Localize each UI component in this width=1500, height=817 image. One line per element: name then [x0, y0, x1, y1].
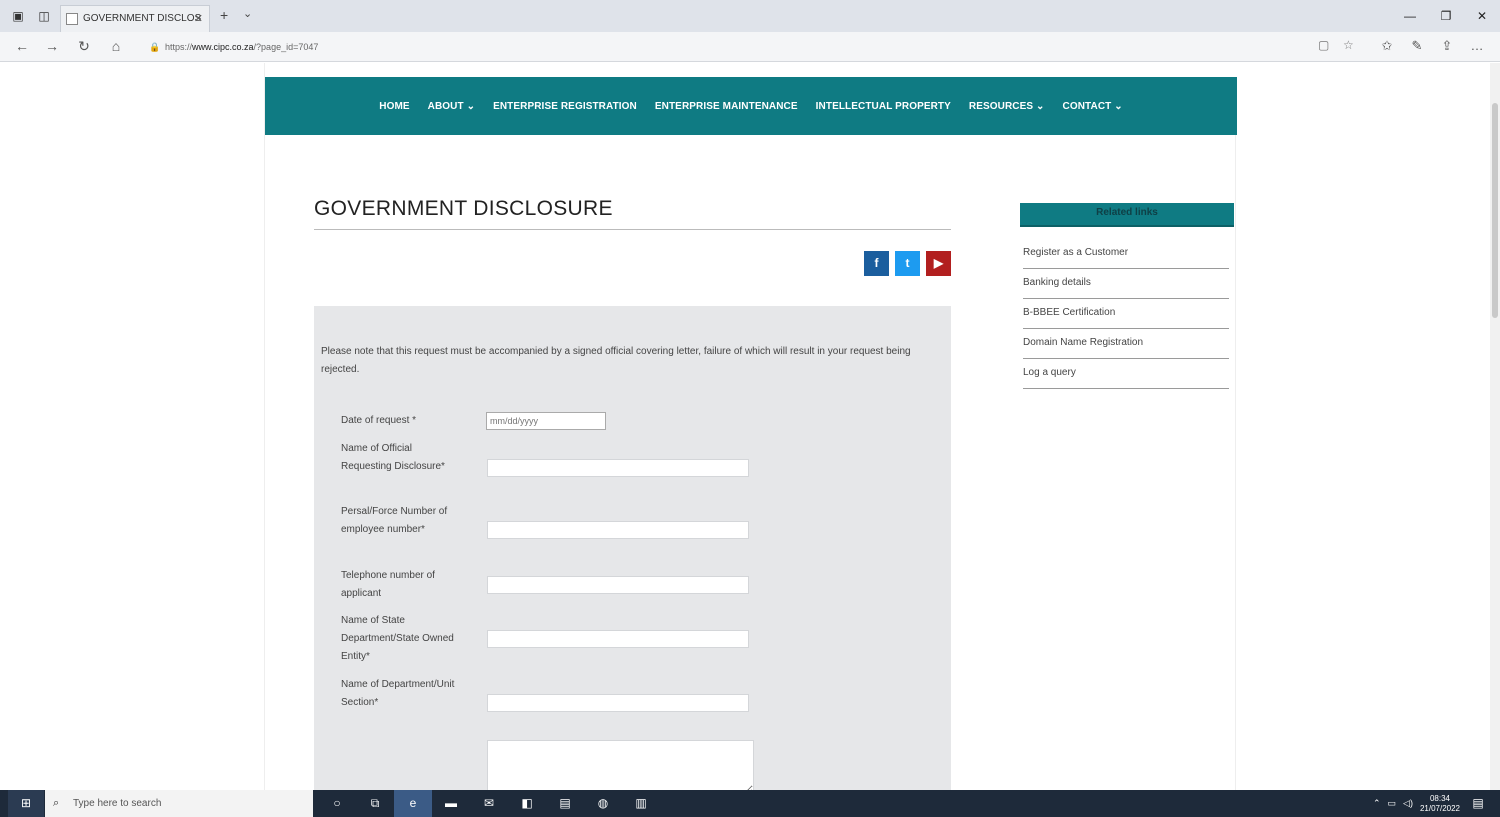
clock-time: 08:34 — [1429, 793, 1450, 803]
page-title: GOVERNMENT DISCLOSURE — [314, 197, 613, 220]
site-top-strip — [265, 63, 1237, 77]
refresh-icon[interactable]: ↻ — [74, 38, 94, 55]
nav-item-contact[interactable]: CONTACT ⌄ — [1063, 101, 1123, 112]
tab-dropdown-icon[interactable]: ⌄ — [243, 7, 252, 20]
taskbar-search-box[interactable]: ⌕ Type here to search — [45, 790, 313, 817]
reading-view-icon[interactable]: ▢ — [1318, 38, 1329, 52]
telephone-input[interactable] — [487, 576, 749, 594]
windows-taskbar: ⊞ ⌕ Type here to search ○ ⧉ e ▬ ✉ ◧ ▤ ◍ … — [0, 790, 1500, 817]
file-explorer-icon[interactable]: ▬ — [432, 790, 470, 817]
tray-chevron-icon[interactable]: ⌃ — [1373, 798, 1381, 809]
related-links-list: Register as a Customer Banking details B… — [1023, 239, 1229, 389]
url-prefix: https:// — [165, 42, 193, 52]
page-favicon-icon — [66, 13, 78, 25]
youtube-icon[interactable]: ▶ — [926, 251, 951, 276]
website-content: HOME ABOUT ⌄ ENTERPRISE REGISTRATION ENT… — [264, 63, 1237, 795]
nav-item-enterprise-registration[interactable]: ENTERPRISE REGISTRATION — [493, 101, 637, 112]
close-window-icon[interactable]: ✕ — [1464, 0, 1500, 32]
notifications-icon[interactable]: ▤ — [1464, 790, 1492, 817]
social-links: f t ▶ — [864, 251, 951, 276]
mail-icon[interactable]: ✉ — [470, 790, 508, 817]
favorites-icon[interactable]: ✩ — [1378, 38, 1396, 54]
scrollbar-thumb[interactable] — [1492, 103, 1498, 318]
browser-address-bar: ← → ↻ ⌂ 🔒 https://www.cipc.co.za/?page_i… — [0, 32, 1500, 62]
windows-start-icon[interactable]: ⊞ — [8, 790, 44, 817]
search-icon: ⌕ — [53, 797, 60, 809]
forward-icon[interactable]: → — [42, 38, 62, 54]
nav-item-home[interactable]: HOME — [379, 101, 409, 112]
browser-tab-bar: ▣ ◫ GOVERNMENT DISCLOS ✕ + ⌄ — ❐ ✕ — [0, 0, 1500, 32]
related-link-bbbee-certification[interactable]: B-BBEE Certification — [1023, 299, 1229, 329]
state-department-input[interactable] — [487, 630, 749, 648]
main-nav: HOME ABOUT ⌄ ENTERPRISE REGISTRATION ENT… — [265, 77, 1237, 135]
share-icon[interactable]: ⇪ — [1438, 38, 1456, 54]
unit-section-label: Name of Department/Unit Section* — [341, 679, 455, 708]
volume-icon[interactable]: ◁) — [1403, 798, 1413, 809]
taskbar-apps: ○ ⧉ e ▬ ✉ ◧ ▤ ◍ ▥ — [318, 790, 660, 817]
edge-browser-icon[interactable]: e — [394, 790, 432, 817]
url-path: /?page_id=7047 — [253, 42, 319, 52]
form-notice: Please note that this request must be ac… — [321, 346, 911, 375]
title-divider — [314, 229, 951, 230]
clock-date: 21/07/2022 — [1419, 803, 1460, 813]
nav-item-enterprise-maintenance[interactable]: ENTERPRISE MAINTENANCE — [655, 101, 798, 112]
minimize-icon[interactable]: — — [1392, 0, 1428, 32]
facebook-icon[interactable]: f — [864, 251, 889, 276]
persal-number-label: Persal/Force Number of employee number* — [341, 506, 448, 535]
system-tray: ⌃ ▭ ◁) 08:34 21/07/2022 — [1373, 790, 1460, 817]
taskbar-search-placeholder: Type here to search — [73, 798, 162, 809]
related-links-header: Related links — [1020, 203, 1234, 227]
task-view-icon[interactable]: ⧉ — [356, 790, 394, 817]
page-scrollbar[interactable] — [1490, 63, 1500, 790]
network-icon[interactable]: ▭ — [1388, 798, 1397, 809]
twitter-icon[interactable]: t — [895, 251, 920, 276]
browser-toolbar-icons: ✩ ✎ ⇪ … — [1378, 38, 1486, 54]
persal-number-input[interactable] — [487, 521, 749, 539]
word-icon[interactable]: ▥ — [622, 790, 660, 817]
lock-icon: 🔒 — [149, 42, 161, 52]
excel-icon[interactable]: ▤ — [546, 790, 584, 817]
nav-item-about[interactable]: ABOUT ⌄ — [428, 101, 475, 112]
date-of-request-input[interactable] — [486, 412, 606, 430]
related-link-domain-name-registration[interactable]: Domain Name Registration — [1023, 329, 1229, 359]
unit-section-input[interactable] — [487, 694, 749, 712]
nav-item-intellectual-property[interactable]: INTELLECTUAL PROPERTY — [816, 101, 951, 112]
browser-tab-active[interactable]: GOVERNMENT DISCLOS ✕ — [60, 5, 210, 32]
set-aside-tabs-icon[interactable]: ▣ — [8, 8, 28, 24]
details-textarea[interactable] — [487, 740, 754, 795]
favorite-star-icon[interactable]: ☆ — [1343, 38, 1354, 52]
taskbar-clock[interactable]: 08:34 21/07/2022 — [1420, 794, 1460, 814]
state-department-label: Name of State Department/State Owned Ent… — [341, 615, 454, 662]
window-controls: — ❐ ✕ — [1392, 0, 1500, 32]
cortana-icon[interactable]: ○ — [318, 790, 356, 817]
related-link-log-query[interactable]: Log a query — [1023, 359, 1229, 389]
back-icon[interactable]: ← — [12, 38, 32, 54]
nav-item-resources[interactable]: RESOURCES ⌄ — [969, 101, 1045, 112]
disclosure-form: Please note that this request must be ac… — [314, 306, 951, 795]
official-name-input[interactable] — [487, 459, 749, 477]
related-link-register-customer[interactable]: Register as a Customer — [1023, 239, 1229, 269]
tab-preview-icon[interactable]: ◫ — [34, 8, 54, 24]
official-name-label: Name of Official Requesting Disclosure* — [341, 443, 445, 472]
url-field[interactable]: 🔒 https://www.cipc.co.za/?page_id=7047 — [145, 37, 1315, 57]
date-label: Date of request * — [341, 415, 417, 426]
more-icon[interactable]: … — [1468, 38, 1486, 54]
maximize-icon[interactable]: ❐ — [1428, 0, 1464, 32]
related-link-banking-details[interactable]: Banking details — [1023, 269, 1229, 299]
tab-title: GOVERNMENT DISCLOS — [83, 13, 202, 24]
home-icon[interactable]: ⌂ — [106, 38, 126, 54]
outlook-icon[interactable]: ◧ — [508, 790, 546, 817]
new-tab-icon[interactable]: + — [220, 7, 228, 23]
telephone-label: Telephone number of applicant — [341, 570, 435, 599]
notes-icon[interactable]: ✎ — [1408, 38, 1426, 54]
app-icon[interactable]: ◍ — [584, 790, 622, 817]
url-host: www.cipc.co.za — [192, 42, 254, 52]
tab-close-icon[interactable]: ✕ — [194, 6, 203, 32]
